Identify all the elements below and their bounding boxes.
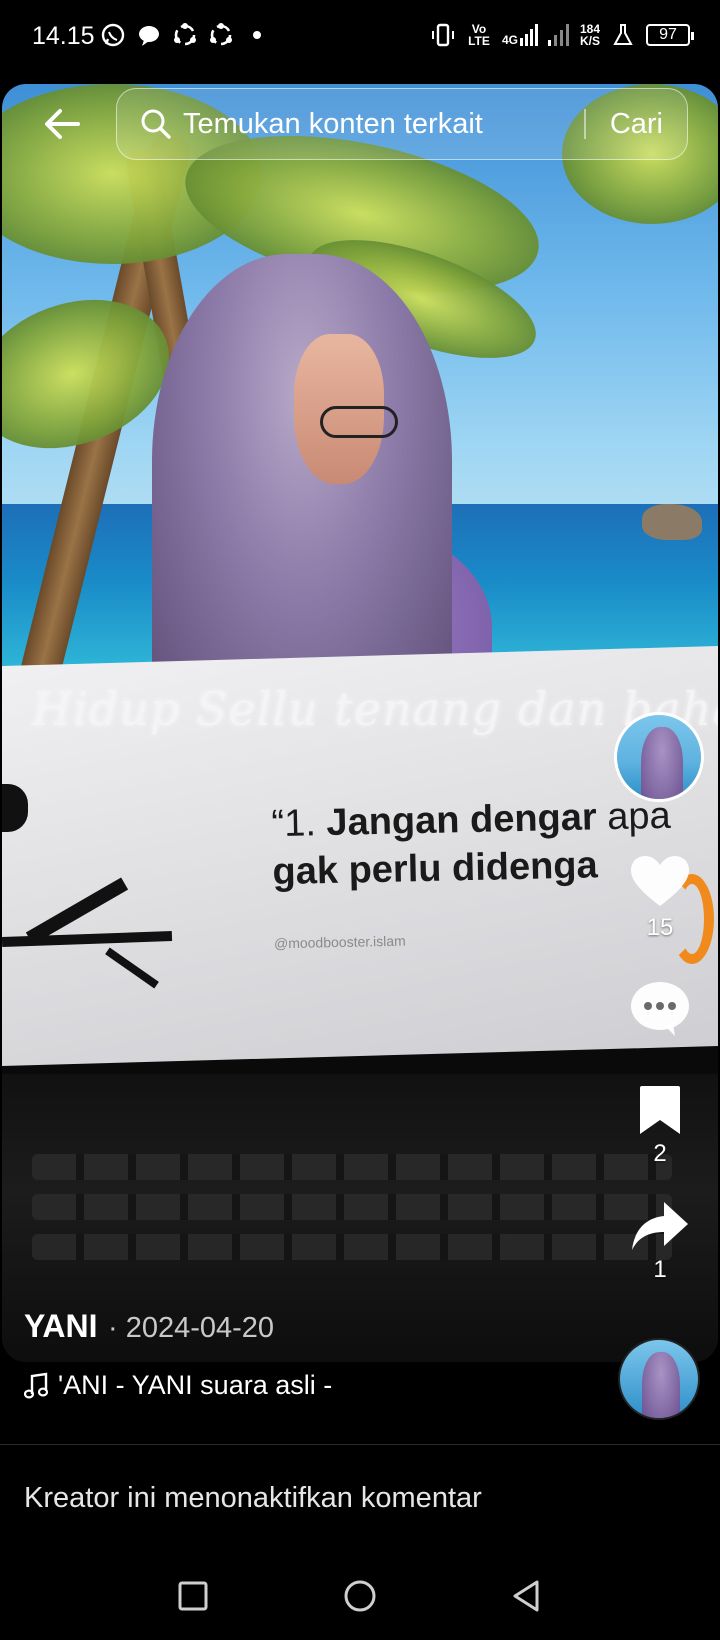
signal-bars-icon	[519, 24, 538, 46]
share-count: 1	[653, 1256, 667, 1283]
status-notification-icons	[100, 22, 270, 48]
like-count: 15	[646, 914, 674, 941]
back-triangle-icon[interactable]	[507, 1576, 547, 1616]
search-bar[interactable]: Temukan konten terkait Cari	[116, 88, 688, 160]
search-input[interactable]: Temukan konten terkait	[183, 108, 584, 141]
key-row	[32, 1234, 672, 1260]
like-button[interactable]: 15	[620, 854, 700, 942]
signal-4g-icon: 4G	[502, 24, 538, 46]
video-player[interactable]: Hidup Sellu tenang dan bahag “1. Jangan …	[2, 84, 718, 1362]
status-bar: 14.15 Vo LTE 4G 184 K/S 97	[0, 0, 720, 72]
battery-icon: 97	[646, 24, 694, 46]
music-title: 'ANI - YANI suara asli -	[58, 1370, 333, 1400]
back-arrow-icon[interactable]	[38, 100, 86, 148]
network-type-label: 4G	[501, 33, 518, 47]
quote-line-1-bold: Jangan dengar	[325, 796, 598, 845]
video-caption-script: Hidup Sellu tenang dan bahag	[32, 682, 718, 736]
avatar-person	[642, 1352, 680, 1418]
heart-icon	[631, 856, 689, 906]
speed-icon: 184 K/S	[580, 23, 600, 47]
system-nav-bar	[0, 1552, 720, 1640]
video-quote-text: “1. Jangan dengar apa gak perlu didenga	[271, 792, 672, 896]
save-button[interactable]: 2	[620, 1084, 700, 1168]
status-system-icons: Vo LTE 4G 184 K/S 97	[430, 22, 694, 48]
music-row[interactable]: 'ANI - YANI suara asli -	[24, 1370, 332, 1401]
share-arrow-icon	[632, 1202, 688, 1250]
comments-disabled-notice: Kreator ini menonaktifkan komentar	[24, 1482, 482, 1514]
bookmark-icon	[640, 1086, 680, 1134]
dot-icon	[253, 31, 261, 39]
recents-square-icon[interactable]	[173, 1576, 213, 1616]
person-scarf	[152, 254, 452, 714]
divider	[0, 1444, 720, 1445]
search-button[interactable]: Cari	[586, 108, 687, 141]
music-disc-avatar[interactable]	[618, 1338, 700, 1420]
search-icon	[141, 109, 171, 139]
author-name[interactable]: YANI	[24, 1308, 98, 1345]
chat-bubble-icon	[139, 26, 159, 46]
key-row	[32, 1194, 672, 1220]
music-note-icon	[24, 1372, 49, 1398]
video-watermark: @moodbooster.islam	[273, 932, 406, 952]
volte-icon: Vo LTE	[468, 22, 490, 48]
post-date: · 2024-04-20	[108, 1312, 275, 1344]
save-count: 2	[653, 1140, 667, 1167]
whatsapp-icon	[101, 23, 125, 47]
sync-icon	[210, 23, 232, 46]
quote-prefix: “1.	[271, 802, 327, 846]
share-button[interactable]: 1	[620, 1200, 700, 1284]
signal-icon	[547, 24, 569, 46]
quote-line-1: “1. Jangan dengar apa	[271, 792, 671, 848]
comment-icon	[631, 982, 689, 1036]
vibrate-icon	[431, 23, 454, 47]
comment-button[interactable]	[620, 980, 700, 1038]
key-row	[32, 1154, 672, 1180]
home-circle-icon[interactable]	[340, 1576, 380, 1616]
network-speed-unit: K/S	[579, 34, 600, 48]
sync-icon	[174, 23, 196, 46]
quote-line-2: gak perlu didenga	[272, 844, 599, 894]
status-time: 14.15	[32, 22, 95, 50]
creator-avatar[interactable]	[614, 712, 704, 802]
video-scene-rock	[642, 504, 702, 540]
person-glasses	[320, 406, 398, 438]
lab-icon	[613, 24, 633, 45]
avatar-person	[641, 727, 683, 799]
